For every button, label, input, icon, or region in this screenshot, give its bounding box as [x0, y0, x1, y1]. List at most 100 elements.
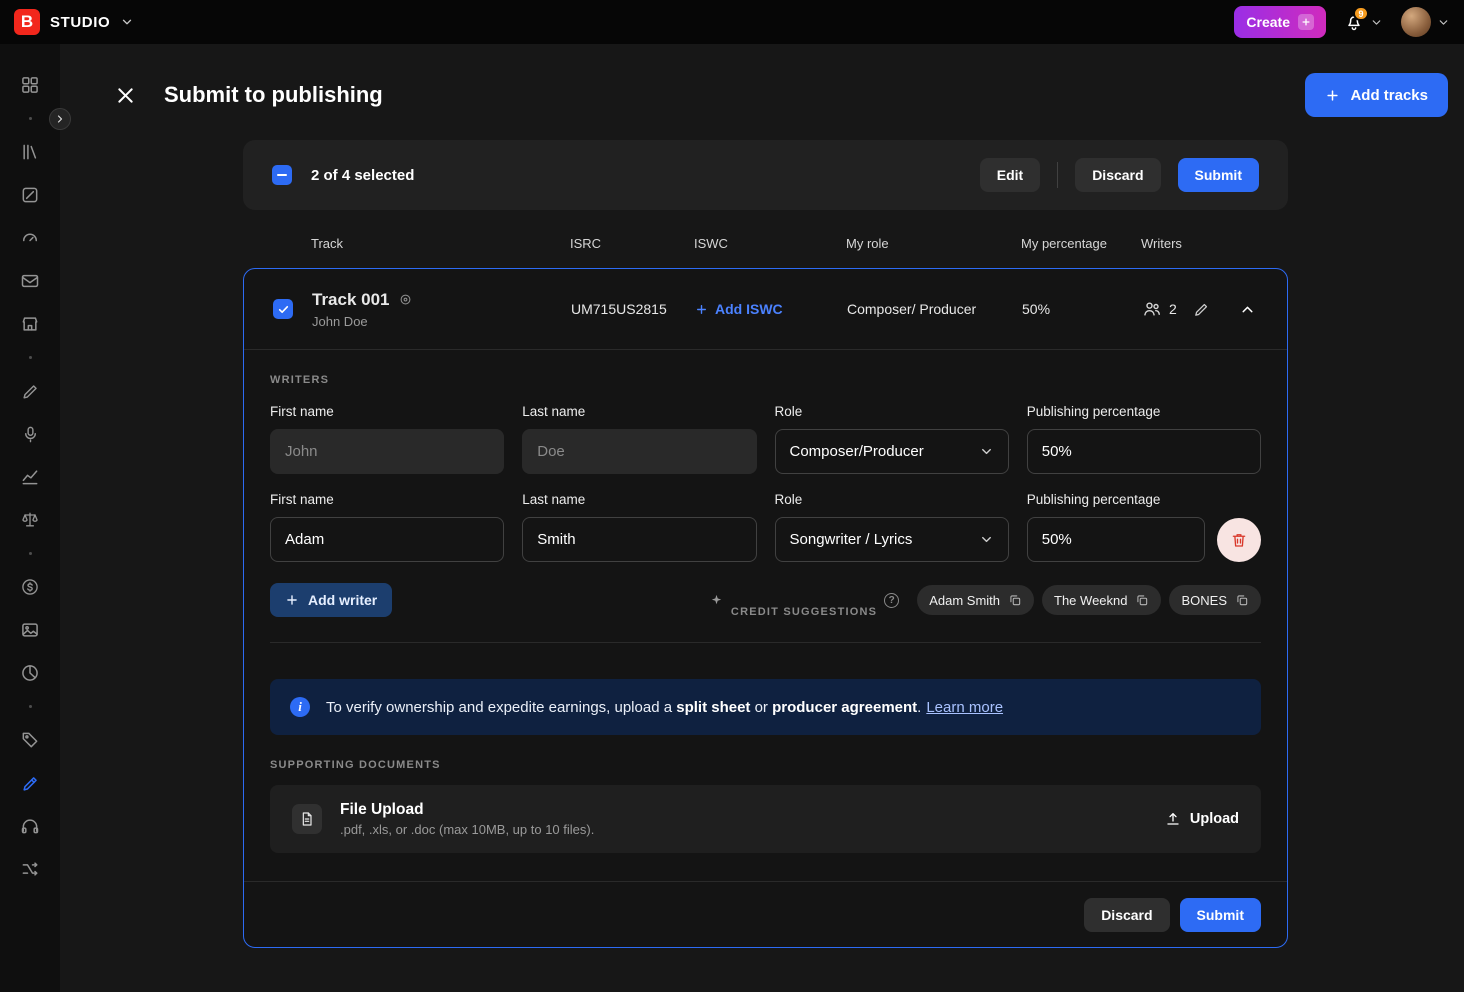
upload-button[interactable]: Upload: [1165, 811, 1239, 827]
writers-section-label: WRITERS: [270, 374, 1261, 386]
footer-submit-button[interactable]: Submit: [1180, 898, 1261, 932]
pencil-icon: [21, 382, 40, 401]
column-track: Track: [311, 236, 570, 251]
suggestion-chip[interactable]: Adam Smith: [917, 585, 1034, 615]
add-iswc-button[interactable]: Add ISWC: [695, 301, 847, 317]
track-isrc: UM715US2815: [571, 301, 695, 317]
bell-icon: 9: [1344, 12, 1364, 32]
sidebar-item-library[interactable]: [18, 141, 42, 163]
close-button[interactable]: [113, 83, 138, 108]
copy-icon: [1008, 593, 1022, 607]
dollar-icon: [20, 577, 40, 597]
profile-chevron-down-icon: [1437, 16, 1450, 29]
select-all-checkbox[interactable]: [272, 165, 292, 185]
sidebar-separator-dot: [29, 705, 32, 708]
last-name-label: Last name: [522, 404, 756, 419]
sidebar-item-stats[interactable]: [18, 466, 42, 488]
brand-chevron-down-icon[interactable]: [120, 15, 134, 29]
publishing-percentage-label: Publishing percentage: [1027, 492, 1261, 507]
sidebar-item-insights[interactable]: [18, 662, 42, 684]
sidebar-item-mastering[interactable]: [18, 815, 42, 837]
discard-selection-button[interactable]: Discard: [1075, 158, 1160, 192]
store-icon: [20, 314, 40, 334]
column-my-role: My role: [846, 236, 1021, 251]
suggestion-chip[interactable]: The Weeknd: [1042, 585, 1161, 615]
first-name-label: First name: [270, 404, 504, 419]
writer2-role-select[interactable]: Songwriter / Lyrics: [775, 517, 1009, 562]
sidebar-item-media[interactable]: [18, 619, 42, 641]
sidebar-item-record[interactable]: [18, 423, 42, 445]
help-icon[interactable]: ?: [884, 593, 899, 608]
chevron-down-icon: [979, 444, 994, 459]
sidebar-item-releases[interactable]: [18, 729, 42, 751]
delete-writer-button[interactable]: [1217, 518, 1261, 562]
writers-icon: [1142, 299, 1162, 319]
profile-menu[interactable]: [1401, 7, 1450, 37]
track-title: Track 001: [312, 290, 390, 310]
sidebar-item-meter[interactable]: [18, 227, 42, 249]
writer2-last-name-input[interactable]: [522, 517, 756, 562]
writer2-first-name-input[interactable]: [270, 517, 504, 562]
image-icon: [20, 620, 40, 640]
mic-icon: [21, 425, 40, 444]
sidebar-item-rights[interactable]: [18, 509, 42, 531]
add-writer-button[interactable]: Add writer: [270, 583, 392, 617]
sidebar-item-sketch[interactable]: [18, 184, 42, 206]
sidebar-item-inbox[interactable]: [18, 270, 42, 292]
column-isrc: ISRC: [570, 236, 694, 251]
learn-more-link[interactable]: Learn more: [926, 699, 1003, 716]
sidebar-item-earnings[interactable]: [18, 576, 42, 598]
writer1-percentage-input[interactable]: [1027, 429, 1261, 474]
track-percentage: 50%: [1022, 301, 1142, 317]
add-tracks-button[interactable]: Add tracks: [1305, 73, 1448, 117]
sidebar-item-dashboard[interactable]: [18, 74, 42, 96]
chevron-up-icon: [1239, 301, 1256, 318]
supporting-documents-label: SUPPORTING DOCUMENTS: [270, 759, 1261, 771]
tag-icon: [20, 730, 40, 750]
writer1-last-name-input[interactable]: [522, 429, 756, 474]
copy-icon: [1235, 593, 1249, 607]
submit-selection-button[interactable]: Submit: [1178, 158, 1259, 192]
brand-logo-icon[interactable]: B: [14, 9, 40, 35]
info-icon: i: [290, 697, 310, 717]
publishing-percentage-label: Publishing percentage: [1027, 404, 1261, 419]
track-checkbox[interactable]: [273, 299, 293, 319]
grid-icon: [20, 75, 40, 95]
sidebar-item-store[interactable]: [18, 313, 42, 335]
create-button[interactable]: Create: [1234, 6, 1326, 38]
column-iswc: ISWC: [694, 236, 846, 251]
edit-button[interactable]: Edit: [980, 158, 1040, 192]
writer2-percentage-input[interactable]: [1027, 517, 1205, 562]
column-writers: Writers: [1141, 236, 1288, 251]
chevron-down-icon: [979, 532, 994, 547]
sketch-icon: [20, 185, 40, 205]
page-title: Submit to publishing: [164, 82, 383, 108]
sidebar-item-splitter[interactable]: [18, 858, 42, 880]
split-icon: [20, 859, 40, 879]
footer-discard-button[interactable]: Discard: [1084, 898, 1169, 932]
last-name-label: Last name: [522, 492, 756, 507]
sparkle-icon: [709, 593, 724, 608]
suggestion-chip[interactable]: BONES: [1169, 585, 1261, 615]
page-header: Submit to publishing Add tracks: [113, 70, 1448, 120]
collapse-track-button[interactable]: [1237, 299, 1258, 320]
pencil-icon: [1193, 301, 1210, 318]
avatar: [1401, 7, 1431, 37]
edit-writers-button[interactable]: [1191, 299, 1212, 320]
sidebar-item-publishing[interactable]: [18, 772, 42, 794]
info-banner: i To verify ownership and expedite earni…: [270, 679, 1261, 735]
pie-icon: [20, 663, 40, 683]
sidebar-separator-dot: [29, 117, 32, 120]
writer1-role-select[interactable]: Composer/Producer: [775, 429, 1009, 474]
writer1-first-name-input[interactable]: [270, 429, 504, 474]
notifications-button[interactable]: 9: [1344, 12, 1383, 32]
sidebar-item-write[interactable]: [18, 380, 42, 402]
banner-text: To verify ownership and expedite earning…: [326, 699, 1003, 716]
meter-icon: [20, 228, 40, 248]
sidebar-expand-button[interactable]: [49, 108, 71, 130]
selection-count: 2 of 4 selected: [311, 167, 414, 184]
plus-icon: [695, 303, 708, 316]
track-card: Track 001 John Doe UM715US2815 Add ISWC …: [243, 268, 1288, 948]
disc-icon: [398, 292, 413, 307]
edit-icon: [21, 774, 40, 793]
